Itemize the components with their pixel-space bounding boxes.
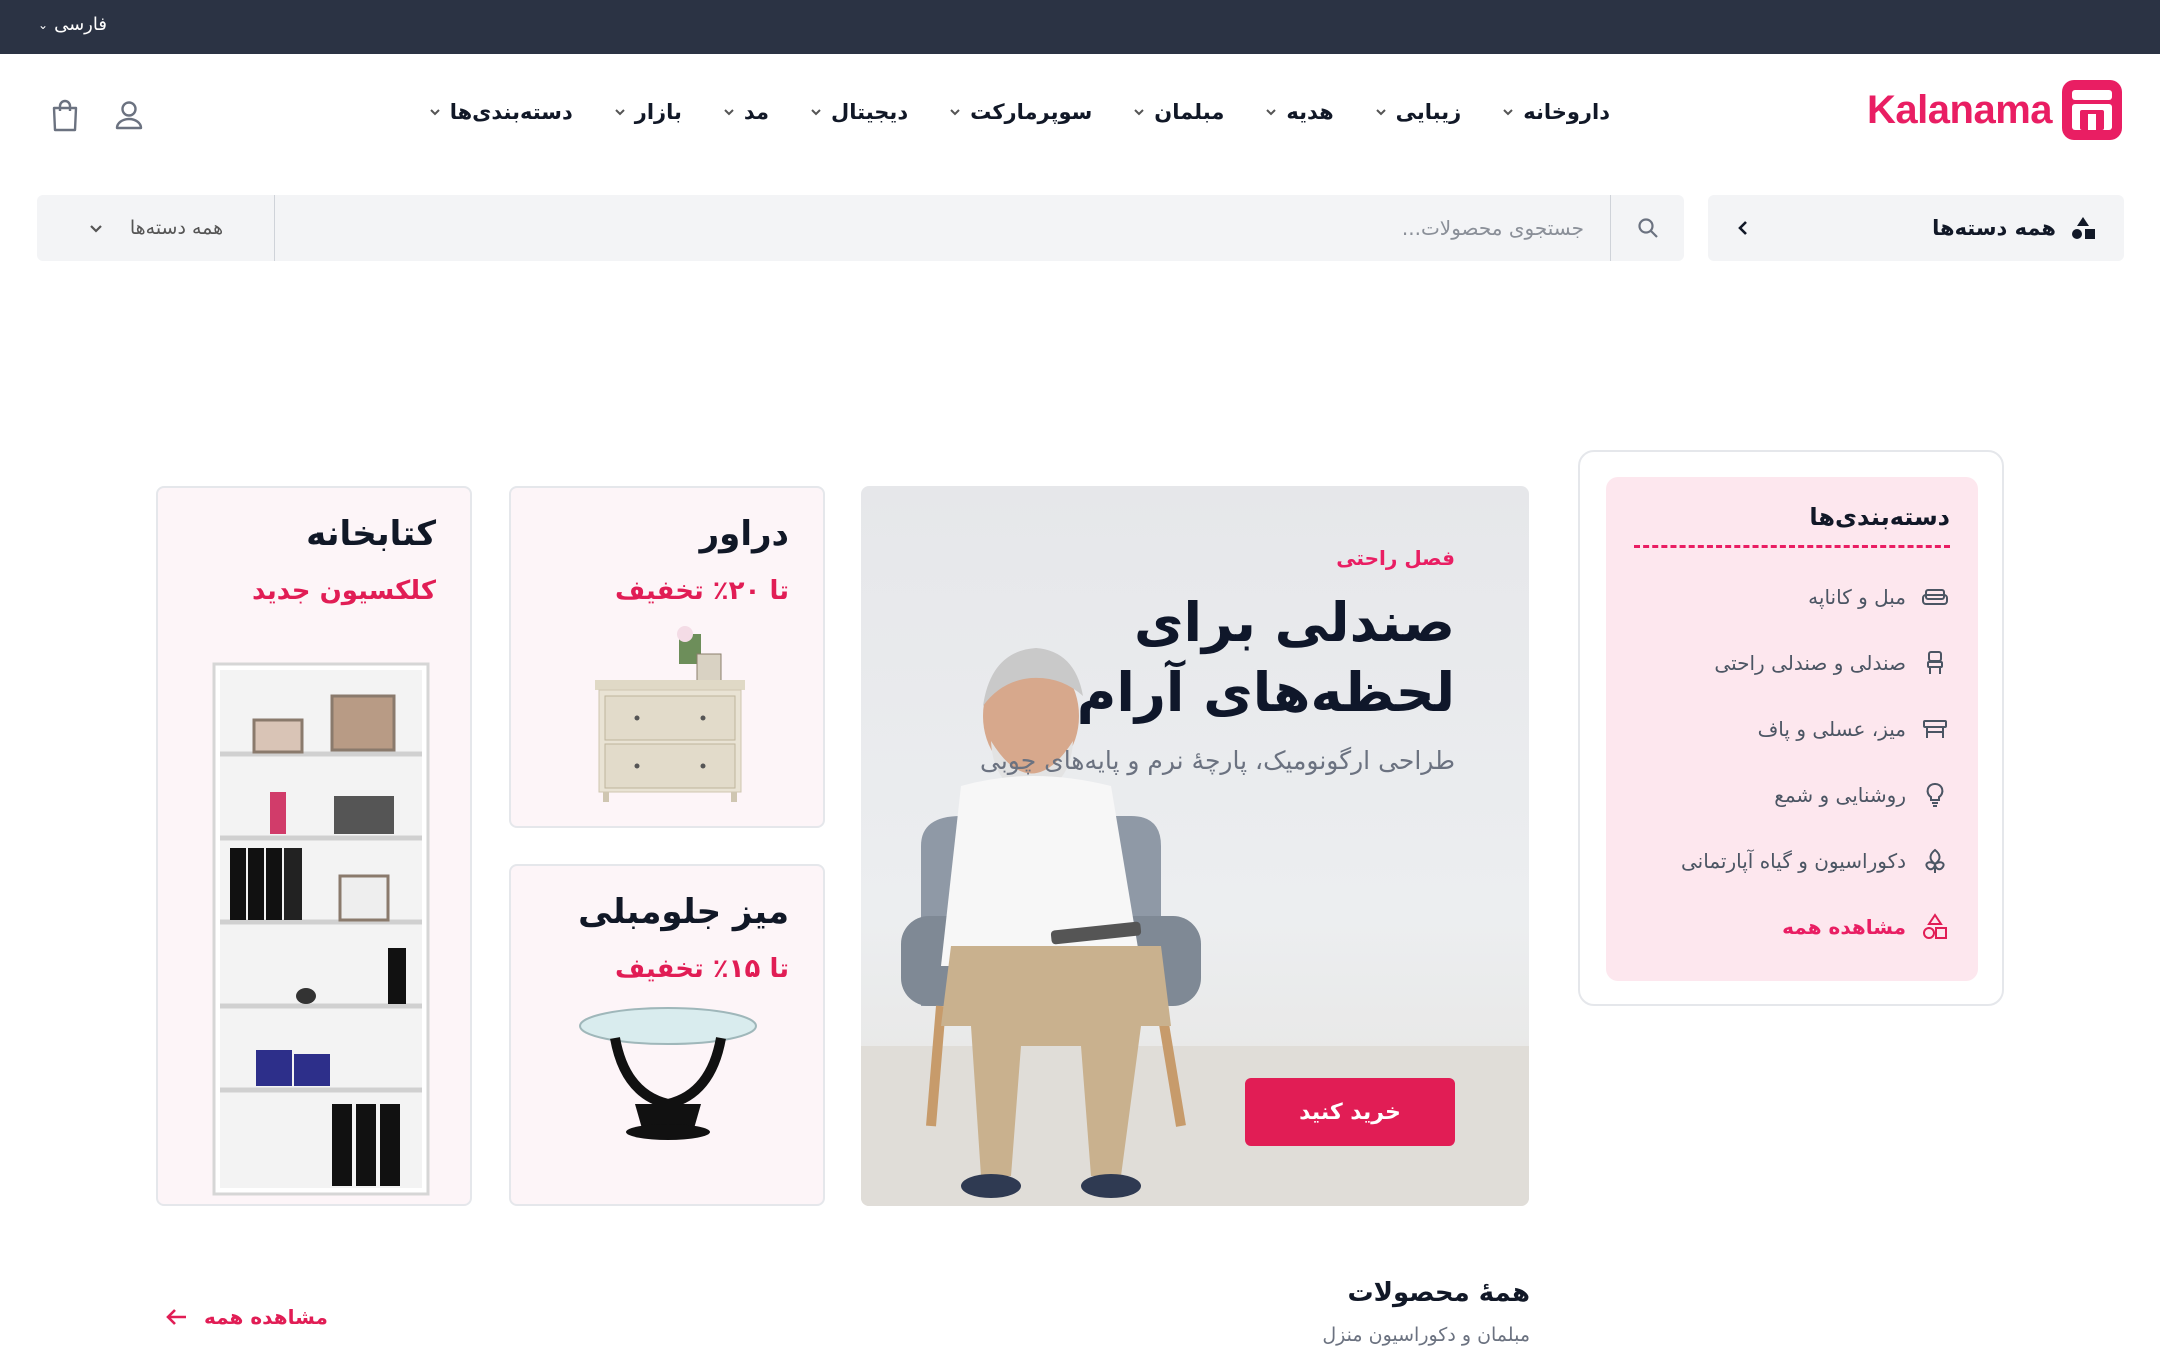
chevron-left-icon xyxy=(1738,221,1747,235)
hero-tag: فصل راحتی xyxy=(1336,546,1455,570)
nav-label: داروخانه xyxy=(1523,100,1610,124)
categories-panel: دسته‌بندی‌ها مبل و کاناپه صندلی و صندلی … xyxy=(1606,477,1978,981)
chevron-down-icon: ⌄ xyxy=(38,17,49,32)
chevron-down-icon xyxy=(90,225,102,233)
language-label: فارسی xyxy=(54,14,107,35)
top-bar: ⌄ فارسی xyxy=(0,0,2160,54)
promo-title: دراور xyxy=(699,514,789,554)
promo-title: میز جلومبلی xyxy=(578,892,789,932)
arrow-left-icon xyxy=(166,1309,186,1325)
category-label: صندلی و صندلی راحتی xyxy=(1714,651,1906,675)
category-label: دکوراسیون و گیاه آپارتمانی xyxy=(1681,849,1906,873)
chair-icon xyxy=(1927,651,1943,674)
search-category-select[interactable]: همه دسته‌ها xyxy=(37,195,275,261)
all-categories-label-wrap: همه دسته‌ها xyxy=(1932,215,2096,241)
lightbulb-icon xyxy=(1926,783,1944,807)
table-icon xyxy=(1923,720,1947,738)
all-categories-label: همه دسته‌ها xyxy=(1932,216,2056,240)
nav-label: دیجیتال xyxy=(831,100,909,124)
products-section-header: همهٔ محصولات مبلمان و دکوراسیون منزل xyxy=(1322,1278,1530,1346)
nav-item-categories[interactable]: دسته‌بندی‌ها xyxy=(428,100,573,124)
chevron-down-icon xyxy=(1134,109,1145,116)
hero-subtitle: طراحی ارگونومیک، پارچهٔ نرم و پایه‌های چ… xyxy=(980,746,1455,776)
nav-label: مد xyxy=(743,100,770,124)
nav-item-supermarket[interactable]: سوپرمارکت xyxy=(948,100,1092,124)
nav-label: بازار xyxy=(634,100,682,124)
promo-subtitle: تا ۲۰٪ تخفیف xyxy=(614,576,789,606)
nav-label: زیبایی xyxy=(1395,100,1462,124)
category-item-chair[interactable]: صندلی و صندلی راحتی xyxy=(1634,630,1950,696)
hero-banner: فصل راحتی صندلی برای لحظه‌های آرام طراحی… xyxy=(861,486,1529,1206)
view-all-label: مشاهده همه xyxy=(204,1305,328,1329)
promo-subtitle: کلکسیون جدید xyxy=(251,576,436,606)
search-box: همه دسته‌ها xyxy=(37,195,1684,261)
nav-label: مبلمان xyxy=(1154,100,1225,124)
nav-label: سوپرمارکت xyxy=(970,100,1093,124)
nav-item-furniture[interactable]: مبلمان xyxy=(1132,100,1224,124)
shop-now-button[interactable]: خرید کنید xyxy=(1245,1078,1455,1146)
category-label: میز، عسلی و پاف xyxy=(1757,717,1906,741)
categories-list: مبل و کاناپه صندلی و صندلی راحتی میز، عس… xyxy=(1634,564,1950,960)
view-all-link[interactable]: مشاهده همه xyxy=(164,1305,328,1329)
nav-item-bazaar[interactable]: بازار xyxy=(613,100,682,124)
promo-card-bookcase[interactable]: کتابخانه کلکسیون جدید xyxy=(156,486,472,1206)
chevron-down-icon xyxy=(811,109,821,116)
nav-item-pharmacy[interactable]: داروخانه xyxy=(1501,100,1610,124)
category-label: مشاهده همه xyxy=(1782,915,1906,939)
search-input[interactable] xyxy=(275,195,1610,261)
plant-icon xyxy=(1925,848,1945,873)
category-item-view-all[interactable]: مشاهده همه xyxy=(1634,894,1950,960)
category-item-decor[interactable]: دکوراسیون و گیاه آپارتمانی xyxy=(1634,828,1950,894)
search-category-value: همه دسته‌ها xyxy=(129,217,224,239)
category-item-table[interactable]: میز، عسلی و پاف xyxy=(1634,696,1950,762)
main-nav: دسته‌بندی‌ها بازار مد دیجیتال سوپرمارکت … xyxy=(428,100,1610,124)
nav-label: دسته‌بندی‌ها xyxy=(449,100,573,124)
language-selector[interactable]: ⌄ فارسی xyxy=(38,14,107,35)
nav-item-fashion[interactable]: مد xyxy=(722,100,769,124)
nav-label: هدیه xyxy=(1286,100,1334,124)
promo-card-coffee-table[interactable]: میز جلومبلی تا ۱۵٪ تخفیف xyxy=(509,864,825,1206)
categories-card: دسته‌بندی‌ها مبل و کاناپه صندلی و صندلی … xyxy=(1578,450,2004,1006)
chevron-down-icon xyxy=(1375,109,1386,116)
hero-text: فصل راحتی صندلی برای لحظه‌های آرام طراحی… xyxy=(895,546,1455,775)
category-label: روشنایی و شمع xyxy=(1774,783,1906,807)
section-subtitle: مبلمان و دکوراسیون منزل xyxy=(1322,1324,1530,1346)
nav-item-gift[interactable]: هدیه xyxy=(1264,100,1334,124)
user-icon[interactable] xyxy=(114,98,144,132)
category-item-lighting[interactable]: روشنایی و شمع xyxy=(1634,762,1950,828)
search-icon xyxy=(1637,218,1658,238)
category-label: مبل و کاناپه xyxy=(1808,585,1906,609)
all-categories-button[interactable]: همه دسته‌ها xyxy=(1708,195,2124,261)
shapes-icon xyxy=(1923,913,1947,939)
bookcase-image xyxy=(212,662,430,1196)
shopping-bag-icon[interactable] xyxy=(50,98,80,132)
header-actions xyxy=(50,98,144,132)
shapes-icon xyxy=(2072,217,2095,239)
section-title: همهٔ محصولات xyxy=(1347,1278,1530,1308)
chevron-down-icon xyxy=(1266,109,1277,116)
nav-item-beauty[interactable]: زیبایی xyxy=(1374,100,1462,124)
hero-title: صندلی برای لحظه‌های آرام xyxy=(1076,591,1455,725)
promo-subtitle: تا ۱۵٪ تخفیف xyxy=(614,954,789,984)
brand-name: Kalanama xyxy=(1867,87,2052,132)
site-header: Kalanama دسته‌بندی‌ها بازار مد دیجیتال س… xyxy=(0,54,2160,174)
chevron-down-icon xyxy=(615,109,625,116)
search-row: همه دسته‌ها همه دسته‌ها xyxy=(37,195,2124,261)
category-item-sofa[interactable]: مبل و کاناپه xyxy=(1634,564,1950,630)
chevron-down-icon xyxy=(950,109,960,116)
chevron-down-icon xyxy=(1503,109,1513,116)
promo-title: کتابخانه xyxy=(306,514,436,554)
search-button[interactable] xyxy=(1610,195,1684,261)
dresser-image xyxy=(595,626,745,802)
chevron-down-icon xyxy=(724,109,734,116)
categories-title: دسته‌بندی‌ها xyxy=(1634,503,1950,548)
nav-item-digital[interactable]: دیجیتال xyxy=(809,100,908,124)
store-logo-icon xyxy=(2062,80,2122,140)
coffee-table-image xyxy=(579,1007,757,1140)
promo-card-dresser[interactable]: دراور تا ۲۰٪ تخفیف xyxy=(509,486,825,828)
chevron-down-icon xyxy=(430,109,440,116)
brand-logo[interactable]: Kalanama xyxy=(1867,80,2122,140)
sofa-icon xyxy=(1922,589,1948,605)
